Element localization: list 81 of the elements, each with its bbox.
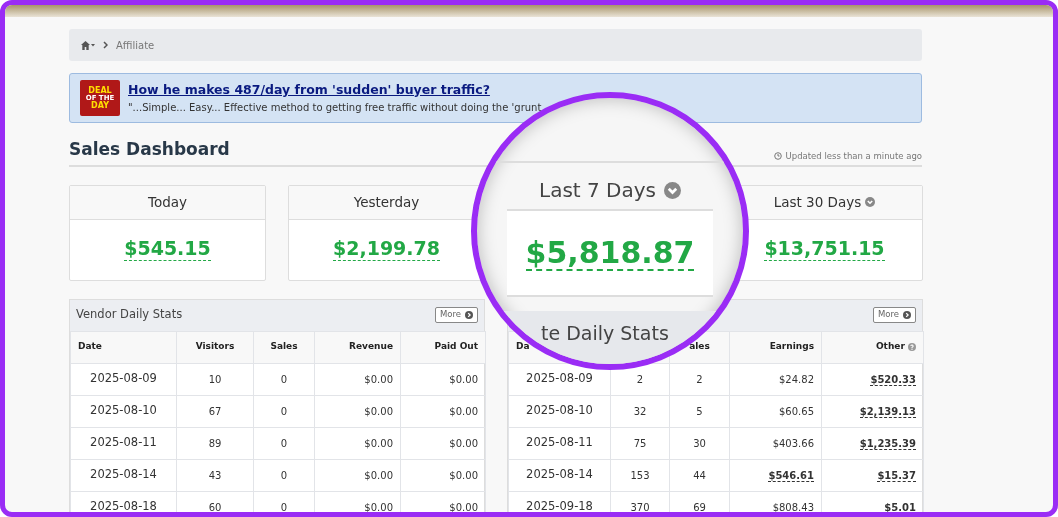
table-cell: 2025-08-14 <box>90 467 157 482</box>
table-cell: 67 <box>208 405 222 417</box>
card-title: Today <box>147 192 187 212</box>
more-button[interactable]: More <box>434 307 478 323</box>
deal-teaser: "...Simple... Easy... Effective method to getting free traffic without doing the 'grunt <box>128 101 542 116</box>
breadcrumb-item: Affiliate <box>116 38 155 53</box>
table-cell: 75 <box>633 437 647 449</box>
column-header: Revenue <box>349 341 393 352</box>
table-cell: $0.00 <box>449 405 478 417</box>
sales-amount: $2,199.78 <box>333 238 440 261</box>
arrow-right-icon <box>903 311 911 319</box>
clock-icon <box>773 152 782 161</box>
table-cell: 89 <box>208 437 222 449</box>
column-header: Da <box>516 341 530 352</box>
table-cell: 2025-08-14 <box>526 467 593 482</box>
table-cell: 32 <box>633 405 647 417</box>
chevron-down-icon[interactable] <box>664 181 681 199</box>
table-cell: $0.00 <box>449 373 478 385</box>
column-header: Date <box>78 341 102 352</box>
table-cell: 2025-08-10 <box>526 403 593 418</box>
updated-text: Updated less than a minute ago <box>785 149 922 163</box>
table-cell: $0.00 <box>364 373 393 385</box>
amount-link[interactable]: $520.33 <box>870 373 916 386</box>
table-cell: 2025-08-09 <box>526 371 593 386</box>
table-cell: $0.00 <box>364 501 393 512</box>
table-cell: 10 <box>208 373 222 385</box>
home-icon[interactable] <box>81 40 95 50</box>
table-cell: $0.00 <box>364 469 393 481</box>
arrow-right-icon <box>465 311 473 319</box>
table-cell: 0 <box>280 373 288 385</box>
table-cell: 44 <box>693 469 706 481</box>
sales-amount: $13,751.15 <box>764 238 885 261</box>
column-header: Visitors <box>195 341 235 352</box>
table-cell: 2 <box>636 373 644 385</box>
card-title: Last 30 Days <box>773 192 862 212</box>
table-cell: 2025-08-10 <box>90 403 157 418</box>
table-cell: 0 <box>280 469 288 481</box>
table-cell: 5 <box>696 405 703 417</box>
table-cell: 370 <box>630 501 650 512</box>
chevron-right-icon <box>103 41 108 49</box>
table-cell: $808.43 <box>772 501 814 512</box>
table-cell: $403.66 <box>772 437 814 449</box>
panel-title: te Daily Stats <box>541 322 669 344</box>
sales-amount: $5,818.87 <box>525 235 695 271</box>
column-header: Other <box>875 341 905 352</box>
table-cell: 30 <box>693 437 706 449</box>
column-header: ales <box>689 341 710 352</box>
table-cell: 0 <box>280 501 288 512</box>
table-cell: 0 <box>280 405 288 417</box>
column-header: Sales <box>270 341 298 352</box>
table-cell: 2025-08-11 <box>526 435 593 450</box>
table-cell: $0.00 <box>449 501 478 512</box>
column-header: Paid Out <box>434 341 478 352</box>
sales-amount: $545.15 <box>124 238 211 261</box>
page-title: Sales Dashboard <box>69 138 230 161</box>
table-cell: 2025-08-11 <box>90 435 157 450</box>
help-icon[interactable] <box>908 342 916 351</box>
amount-link[interactable]: $15.37 <box>877 469 916 482</box>
table-cell: $60.65 <box>779 405 814 417</box>
amount-link[interactable]: $5.01 <box>884 501 916 512</box>
table-cell: 0 <box>280 437 288 449</box>
table-cell: $0.00 <box>449 437 478 449</box>
card-title: Last 7 Days <box>539 177 656 204</box>
table-cell: $0.00 <box>364 437 393 449</box>
card-title: Yesterday <box>353 192 420 212</box>
table-cell: $0.00 <box>364 405 393 417</box>
table-cell: 153 <box>630 469 650 481</box>
column-header: Earnings <box>769 341 814 352</box>
more-button[interactable]: More <box>872 307 916 323</box>
table-cell: 2 <box>696 373 703 385</box>
table-cell: $0.00 <box>449 469 478 481</box>
chevron-down-icon[interactable] <box>865 197 876 207</box>
table-cell: 2025-08-18 <box>90 499 157 512</box>
table-cell: 60 <box>208 501 222 512</box>
panel-title: Vendor Daily Stats <box>76 306 183 324</box>
table-cell: 2025-09-18 <box>526 499 593 512</box>
table-cell: 43 <box>208 469 222 481</box>
table-cell: $24.82 <box>779 373 814 385</box>
deal-headline-link[interactable]: How he makes 487/day from 'sudden' buyer traffic? <box>128 80 542 100</box>
table-cell: 69 <box>693 501 706 512</box>
table-cell: 2025-08-09 <box>90 371 157 386</box>
